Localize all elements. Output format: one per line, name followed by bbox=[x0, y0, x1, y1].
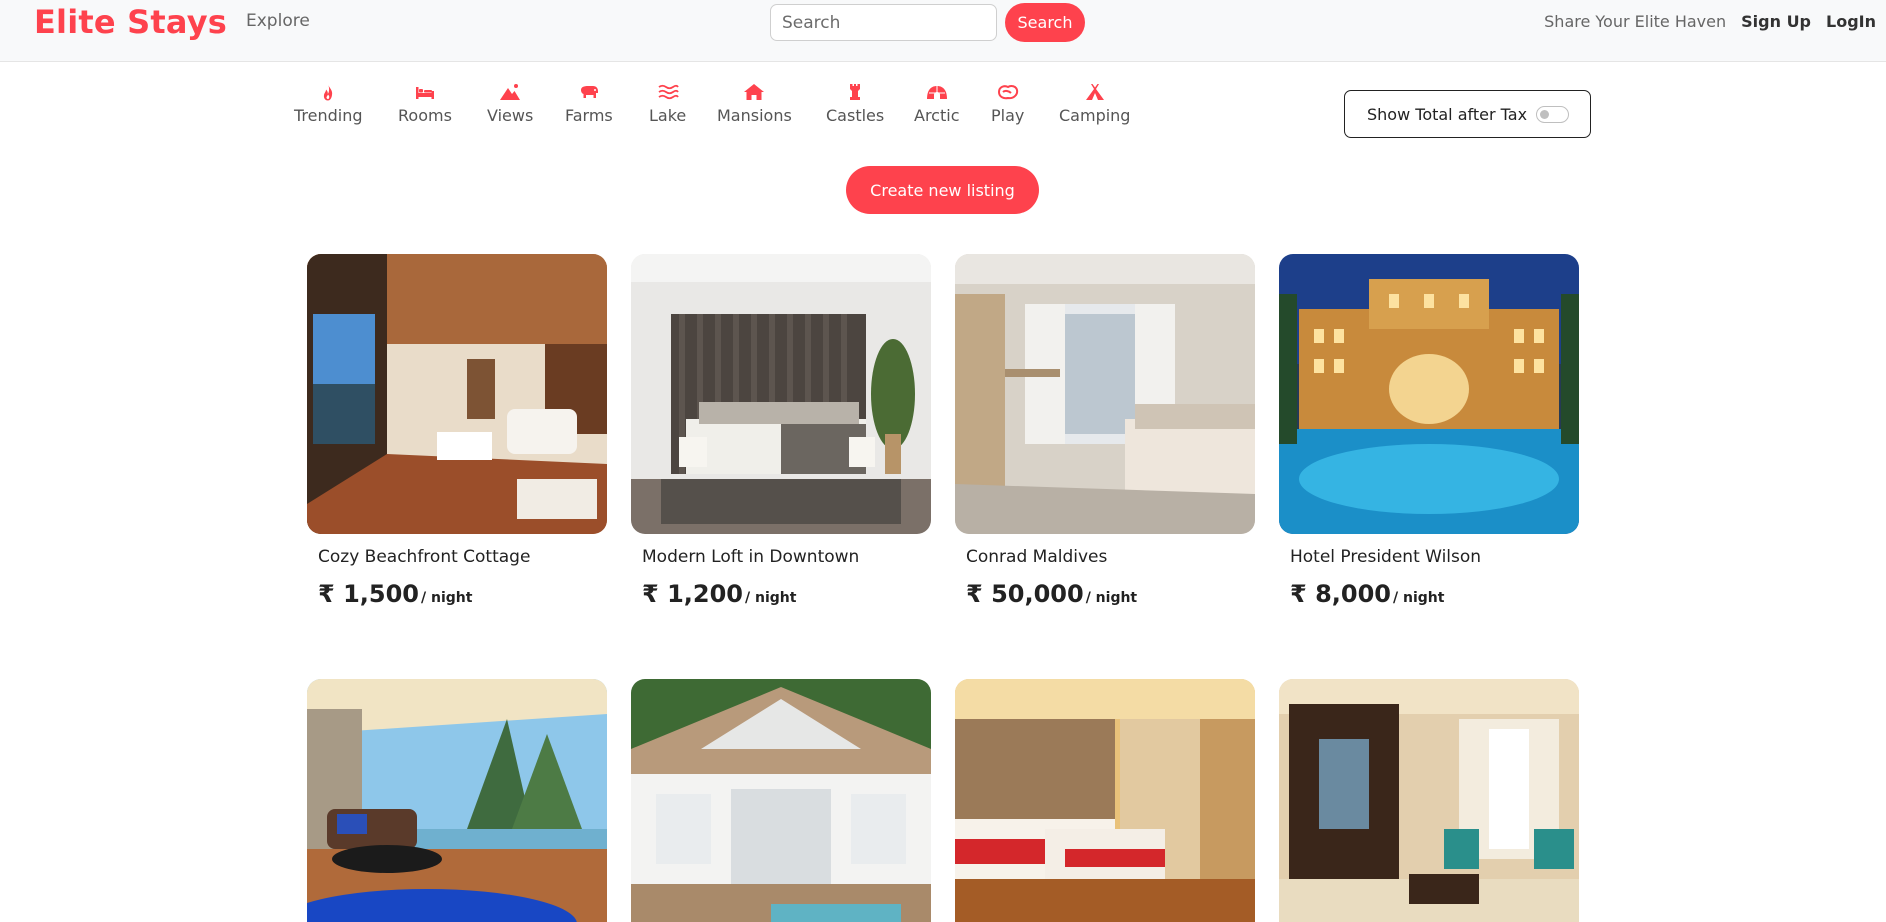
listing-card[interactable] bbox=[955, 679, 1255, 922]
filter-play[interactable]: Play bbox=[991, 82, 1024, 126]
listing-price: ₹ 1,500/ night bbox=[307, 580, 607, 612]
listing-image[interactable] bbox=[631, 254, 931, 534]
top-navbar: Elite Stays Explore Search Share Your El… bbox=[0, 0, 1886, 62]
listing-card[interactable] bbox=[307, 679, 607, 922]
listing-card[interactable] bbox=[631, 679, 931, 922]
house-icon bbox=[744, 84, 765, 100]
price-amount: ₹ 8,000 bbox=[1290, 580, 1391, 608]
filter-arctic[interactable]: Arctic bbox=[914, 82, 959, 126]
filter-label: Arctic bbox=[914, 106, 960, 125]
filter-label: Rooms bbox=[398, 106, 452, 125]
tent-icon bbox=[1085, 84, 1104, 100]
nav-right-links: Share Your Elite Haven Sign Up LogIn bbox=[1544, 10, 1876, 32]
filter-label: Play bbox=[991, 106, 1025, 125]
filter-label: Camping bbox=[1059, 106, 1131, 125]
price-amount: ₹ 1,200 bbox=[642, 580, 743, 608]
filter-label: Castles bbox=[826, 106, 885, 125]
price-amount: ₹ 1,500 bbox=[318, 580, 419, 608]
filter-label: Lake bbox=[649, 106, 687, 125]
listing-card[interactable]: Cozy Beachfront Cottage ₹ 1,500/ night bbox=[307, 254, 607, 612]
brand-logo[interactable]: Elite Stays bbox=[34, 2, 227, 42]
price-amount: ₹ 50,000 bbox=[966, 580, 1084, 608]
create-listing-button[interactable]: Create new listing bbox=[846, 166, 1039, 214]
share-haven-link[interactable]: Share Your Elite Haven bbox=[1544, 12, 1726, 31]
search-button[interactable]: Search bbox=[1005, 3, 1085, 42]
listing-price: ₹ 1,200/ night bbox=[631, 580, 931, 612]
filter-trending[interactable]: Trending bbox=[294, 82, 363, 126]
igloo-icon bbox=[926, 86, 947, 99]
listing-image[interactable] bbox=[955, 254, 1255, 534]
listing-title: Hotel President Wilson bbox=[1290, 547, 1482, 567]
price-unit: / night bbox=[1392, 590, 1445, 606]
filter-label: Views bbox=[487, 106, 534, 125]
listing-image[interactable] bbox=[1279, 679, 1579, 922]
price-unit: / night bbox=[420, 590, 473, 606]
price-unit: / night bbox=[1085, 590, 1138, 606]
filter-views[interactable]: Views bbox=[487, 82, 533, 126]
price-unit: / night bbox=[744, 590, 797, 606]
filter-label: Mansions bbox=[717, 106, 792, 125]
tax-toggle-label: Show Total after Tax bbox=[1367, 104, 1528, 124]
nav-explore-link[interactable]: Explore bbox=[246, 10, 310, 32]
listing-price: ₹ 8,000/ night bbox=[1279, 580, 1579, 612]
tax-switch[interactable] bbox=[1536, 105, 1570, 123]
switch-knob bbox=[1540, 109, 1550, 119]
mountain-icon bbox=[500, 84, 521, 100]
listing-title: Conrad Maldives bbox=[966, 547, 1108, 567]
signup-link[interactable]: Sign Up bbox=[1741, 12, 1811, 31]
listing-card[interactable]: Hotel President Wilson ₹ 8,000/ night bbox=[1279, 254, 1579, 612]
cow-icon bbox=[580, 86, 598, 98]
listing-image[interactable] bbox=[1279, 254, 1579, 534]
listing-card[interactable] bbox=[1279, 679, 1579, 922]
fire-icon bbox=[324, 84, 333, 101]
listing-title: Cozy Beachfront Cottage bbox=[318, 547, 531, 567]
filter-mansions[interactable]: Mansions bbox=[717, 82, 792, 126]
listing-price: ₹ 50,000/ night bbox=[955, 580, 1255, 612]
listing-image[interactable] bbox=[307, 254, 607, 534]
tax-toggle-box[interactable]: Show Total after Tax bbox=[1344, 90, 1591, 138]
listing-card[interactable]: Conrad Maldives ₹ 50,000/ night bbox=[955, 254, 1255, 612]
listing-image[interactable] bbox=[955, 679, 1255, 922]
filter-lake[interactable]: Lake bbox=[649, 82, 686, 126]
water-icon bbox=[658, 84, 679, 100]
filter-camping[interactable]: Camping bbox=[1059, 82, 1130, 126]
listing-card[interactable]: Modern Loft in Downtown ₹ 1,200/ night bbox=[631, 254, 931, 612]
dragon-icon bbox=[997, 85, 1018, 100]
filter-label: Trending bbox=[294, 106, 363, 125]
listing-image[interactable] bbox=[631, 679, 931, 922]
castle-icon bbox=[850, 84, 861, 100]
listing-title: Modern Loft in Downtown bbox=[642, 547, 860, 567]
bed-icon bbox=[415, 87, 434, 99]
filter-castles[interactable]: Castles bbox=[826, 82, 884, 126]
login-link[interactable]: LogIn bbox=[1826, 12, 1876, 31]
filter-farms[interactable]: Farms bbox=[565, 82, 613, 126]
listing-image[interactable] bbox=[307, 679, 607, 922]
filter-rooms[interactable]: Rooms bbox=[398, 82, 452, 126]
filter-label: Farms bbox=[565, 106, 613, 125]
search-input[interactable] bbox=[770, 4, 997, 41]
